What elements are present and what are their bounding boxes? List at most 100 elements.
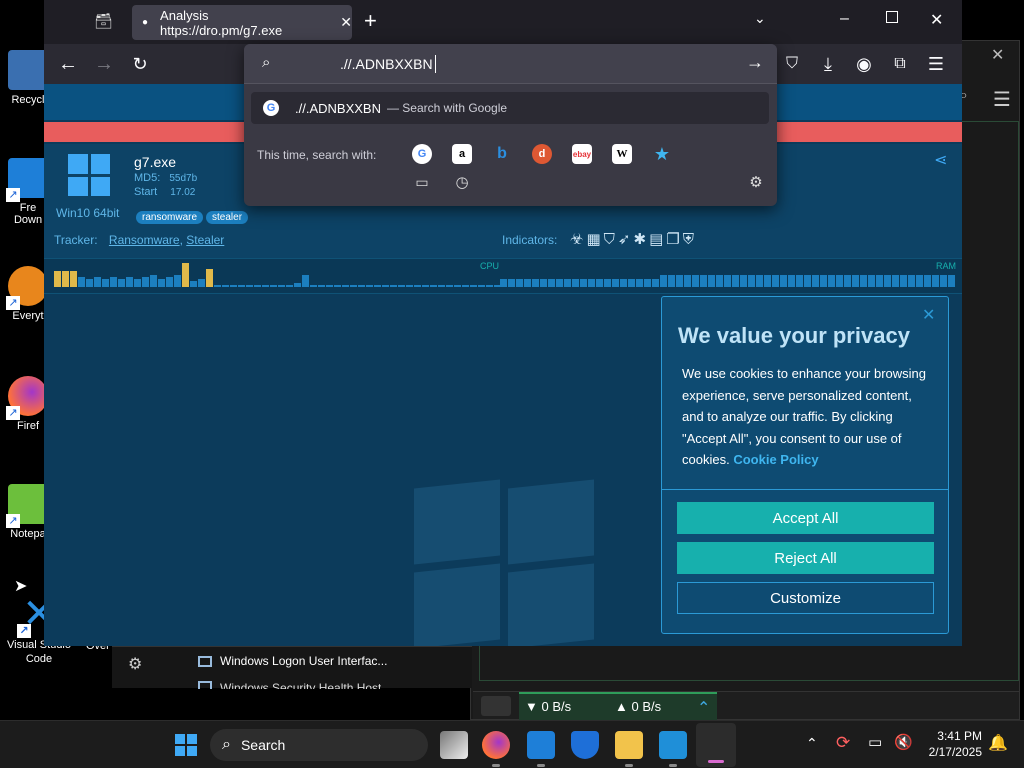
new-tab-icon[interactable]: + [364, 8, 377, 34]
cpu-graph-bar [62, 271, 69, 287]
volume-muted-icon[interactable]: 🔇 [894, 733, 913, 751]
shield-icon[interactable]: ⛨ [683, 231, 697, 248]
extensions-icon[interactable]: ⧉ [888, 52, 912, 76]
downloads-icon[interactable]: ⤓ [816, 52, 840, 76]
customize-button[interactable]: Customize [677, 582, 934, 614]
forward-arrow-icon[interactable]: → [92, 52, 116, 76]
pocket-icon[interactable]: ⛉ [780, 52, 804, 76]
gear-icon[interactable]: ⚙ [128, 654, 142, 674]
list-item[interactable]: Windows Logon User Interfac... [198, 654, 387, 668]
recycle-bin-icon [8, 50, 48, 90]
tag-stealer[interactable]: stealer [206, 211, 249, 224]
list-all-tabs-icon[interactable]: 🗃 [94, 12, 113, 30]
ram-graph-bar [932, 275, 939, 287]
task-manager-icon[interactable] [659, 731, 687, 767]
reload-icon[interactable]: ↻ [128, 52, 152, 76]
files-icon[interactable]: ❐ [666, 231, 682, 248]
cpu-graph-bar [102, 279, 109, 287]
exe-icon[interactable]: ▤ [649, 231, 666, 248]
amazon-engine-icon[interactable]: a [452, 144, 472, 164]
close-window-icon[interactable]: ✕ [930, 10, 943, 30]
defender-shield-icon[interactable] [571, 731, 599, 759]
cpu-graph-bar [486, 285, 493, 287]
start-windows-icon[interactable] [172, 731, 200, 759]
go-arrow-icon[interactable]: → [746, 52, 764, 73]
close-icon[interactable]: ✕ [991, 45, 1004, 65]
ebay-engine-icon[interactable]: ebay [572, 144, 592, 164]
urlbar[interactable]: ⌕ .//.ADNBXXBN → [244, 44, 777, 84]
cpu-graph-bar [230, 285, 237, 287]
tab-analysis[interactable]: ● Analysis https://dro.pm/g7.exe ✕ [132, 5, 352, 40]
ram-graph-bar [596, 279, 603, 287]
ram-graph-bar [516, 279, 523, 287]
ram-graph-bar [772, 275, 779, 287]
tracker-link-stealer[interactable]: Stealer [186, 233, 224, 247]
file-explorer-icon[interactable] [615, 731, 643, 767]
ram-graph-bar [564, 279, 571, 287]
url-input[interactable]: .//.ADNBXXBN [340, 56, 433, 72]
cpu-graph-bar [166, 277, 173, 287]
duckduckgo-engine-icon[interactable]: d [532, 144, 552, 164]
wikipedia-engine-icon[interactable]: W [612, 144, 632, 164]
clock[interactable]: 3:41 PM 2/17/2025 [920, 728, 982, 760]
rocket-icon[interactable]: ➶ [618, 231, 634, 248]
back-arrow-icon[interactable]: ← [56, 52, 80, 76]
ram-graph-bar [500, 279, 507, 287]
ram-graph-bar [748, 275, 755, 287]
cpu-graph-bar [422, 285, 429, 287]
bing-engine-icon[interactable]: b [492, 144, 512, 164]
monitor-button[interactable] [481, 696, 511, 716]
remote-app-icon[interactable] [527, 731, 555, 767]
cpu-graph-bar [70, 271, 77, 287]
chevron-up-icon[interactable]: ⌃ [697, 698, 710, 718]
search-settings-icon[interactable]: ⚙ [746, 172, 766, 192]
network-icon[interactable]: ▦ [586, 231, 603, 248]
account-icon[interactable]: ◉ [852, 52, 876, 76]
cpu-graph-bar [118, 279, 125, 287]
close-icon[interactable]: ✕ [922, 305, 935, 325]
tabs-icon[interactable]: ▭ [412, 172, 432, 192]
ram-graph-bar [652, 279, 659, 287]
ram-graph [500, 259, 960, 293]
firefox-taskbar-icon[interactable] [482, 731, 510, 767]
search-suggestion[interactable]: G .//.ADNBXXBN — Search with Google [251, 92, 769, 124]
cpu-graph-bar [390, 285, 397, 287]
sync-alert-icon[interactable]: ⟳ [836, 733, 850, 753]
google-engine-icon[interactable]: G [412, 144, 432, 164]
tag-ransomware[interactable]: ransomware [136, 211, 204, 224]
cpu-graph-bar [78, 277, 85, 287]
md5-label: MD5: [134, 172, 161, 184]
bookmarks-star-icon[interactable]: ★ [652, 144, 672, 164]
menu-icon[interactable]: ☰ [993, 87, 1011, 112]
cpu-graph-bar [254, 285, 261, 287]
history-icon[interactable]: ◷ [452, 172, 472, 192]
ram-graph-bar [676, 275, 683, 287]
taskbar-search[interactable]: ⌕ Search [210, 729, 428, 761]
accept-all-button[interactable]: Accept All [677, 502, 934, 534]
firefox-icon: ↗ [6, 376, 48, 420]
bug-icon[interactable]: ✱ [633, 231, 649, 248]
task-view-icon[interactable] [440, 731, 468, 759]
tab-title: Analysis https://dro.pm/g7.exe [160, 7, 283, 38]
tray-chevron-up-icon[interactable]: ⌃ [806, 735, 818, 752]
minimize-icon[interactable]: – [840, 10, 849, 28]
maximize-icon[interactable] [886, 11, 898, 23]
ram-graph-bar [604, 279, 611, 287]
ram-graph-bar [660, 275, 667, 287]
cookie-policy-link[interactable]: Cookie Policy [733, 452, 818, 467]
cpu-graph-bar [478, 285, 485, 287]
search-with-label: This time, search with: [257, 148, 377, 162]
tracker-link-ransomware[interactable]: Ransomware [109, 233, 180, 247]
chevron-down-icon[interactable]: ⌄ [754, 10, 766, 27]
active-app-button[interactable] [696, 723, 736, 767]
biohazard-icon[interactable]: ☣ [570, 231, 586, 248]
hamburger-menu-icon[interactable]: ☰ [924, 52, 948, 76]
reject-all-button[interactable]: Reject All [677, 542, 934, 574]
share-icon[interactable]: ⋖ [934, 150, 947, 170]
close-tab-icon[interactable]: ✕ [340, 14, 352, 31]
list-item[interactable]: Windows Security Health Host [198, 681, 381, 689]
network-icon[interactable]: ▭ [868, 733, 882, 751]
spy-icon[interactable]: ⛉ [604, 231, 618, 248]
notification-bell-icon[interactable]: 🔔 [988, 733, 1008, 753]
ram-graph-bar [908, 275, 915, 287]
